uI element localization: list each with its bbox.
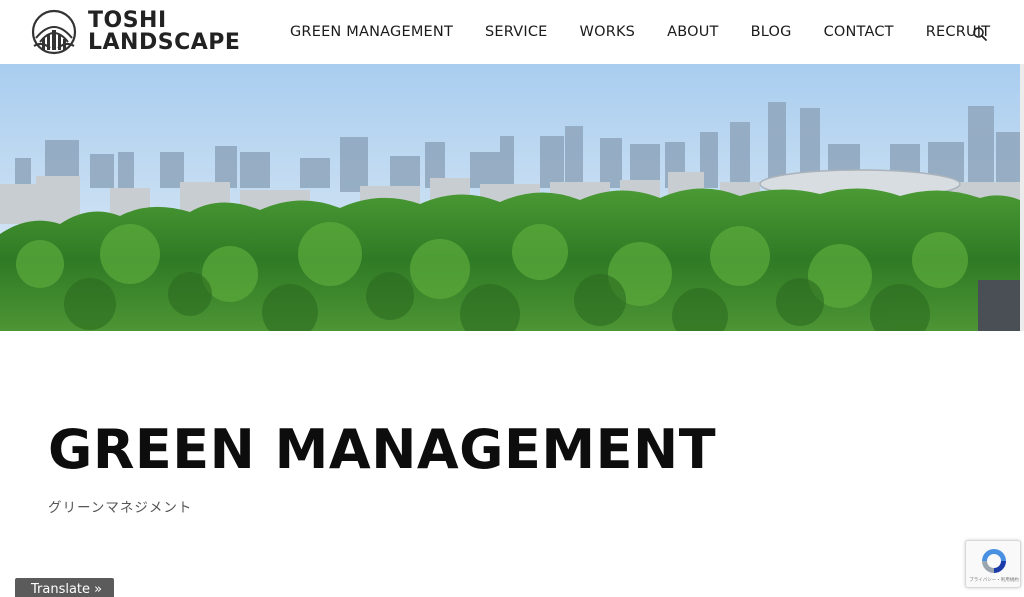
recaptcha-icon — [982, 549, 1006, 573]
recaptcha-text[interactable]: プライバシー・利用規約 — [969, 577, 1019, 583]
hero-skyline-illustration — [0, 64, 1020, 331]
site-logo[interactable]: TOSHI LANDSCAPE — [30, 8, 240, 56]
page-title: GREEN MANAGEMENT — [48, 418, 717, 481]
logo-text: TOSHI LANDSCAPE — [88, 10, 240, 54]
page-subtitle: グリーンマネジメント — [48, 500, 193, 516]
nav-item-green-management[interactable]: GREEN MANAGEMENT — [290, 24, 453, 40]
logo-mark-icon — [31, 9, 77, 55]
nav-item-blog[interactable]: BLOG — [751, 24, 792, 40]
hero-image — [0, 64, 1020, 331]
search-icon[interactable] — [972, 26, 988, 42]
main-nav: GREEN MANAGEMENT SERVICE WORKS ABOUT BLO… — [290, 0, 990, 64]
nav-item-service[interactable]: SERVICE — [485, 24, 548, 40]
logo-text-line1: TOSHI — [88, 8, 167, 33]
recaptcha-badge[interactable]: プライバシー・利用規約 — [965, 540, 1021, 588]
site-header: TOSHI LANDSCAPE GREEN MANAGEMENT SERVICE… — [0, 0, 1024, 64]
nav-item-contact[interactable]: CONTACT — [824, 24, 894, 40]
hero-edge — [1020, 64, 1024, 331]
nav-item-works[interactable]: WORKS — [580, 24, 636, 40]
nav-item-about[interactable]: ABOUT — [667, 24, 719, 40]
logo-text-line2: LANDSCAPE — [88, 30, 241, 55]
translate-button[interactable]: Translate » — [15, 578, 114, 597]
